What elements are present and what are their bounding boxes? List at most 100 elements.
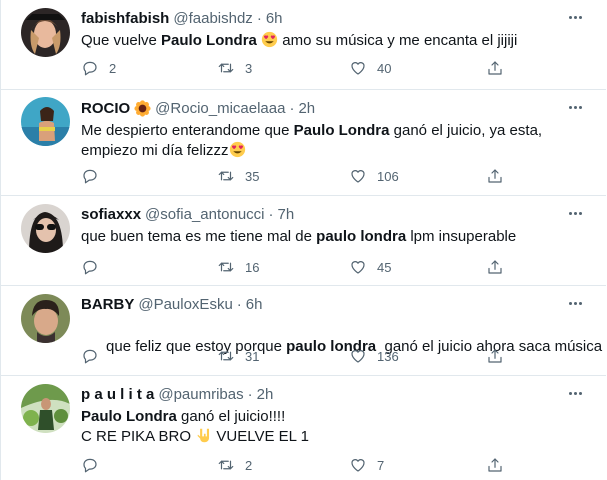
tweet[interactable]: BARBY @PauloxEsku · 6h que feliz que est… <box>1 286 606 376</box>
reply-button[interactable] <box>81 166 109 186</box>
highlight-term: Paulo Londra <box>81 408 177 425</box>
avatar[interactable] <box>21 8 70 57</box>
retweet-button[interactable]: 31 <box>217 346 259 366</box>
user-handle[interactable]: @paumribas <box>158 386 243 403</box>
highlight-term: Paulo Londra <box>161 32 257 49</box>
more-options-icon[interactable] <box>566 204 584 222</box>
tweet-header: BARBY @PauloxEsku · 6h <box>81 295 262 313</box>
tweet-header: ROCIO @Rocio_micaelaaa · 2h <box>81 99 315 117</box>
share-icon <box>488 458 502 472</box>
display-name[interactable]: sofiaxxx <box>81 206 141 223</box>
tweet[interactable]: ROCIO @Rocio_micaelaaa · 2h Me despierto… <box>1 90 606 196</box>
highlight-term: Paulo Londra <box>293 122 390 139</box>
timestamp[interactable]: 7h <box>278 206 295 223</box>
like-count: 40 <box>377 60 392 76</box>
like-count: 106 <box>377 168 399 184</box>
tweet-actions: 31 136 <box>81 346 511 366</box>
tweet-header: p a u l i t a @paumribas · 2h <box>81 385 273 403</box>
heart-icon <box>351 62 365 75</box>
separator-dot: · <box>236 295 242 313</box>
share-icon <box>488 260 502 274</box>
sunflower-emoji <box>134 99 151 117</box>
reply-icon <box>83 169 97 184</box>
tweet[interactable]: fabishfabish @faabishdz · 6h Que vuelve … <box>1 0 606 90</box>
user-handle[interactable]: @faabishdz <box>173 10 252 27</box>
timestamp[interactable]: 2h <box>298 100 315 117</box>
retweet-icon <box>218 460 234 470</box>
more-options-icon[interactable] <box>566 384 584 402</box>
like-count: 136 <box>377 348 399 364</box>
reply-button[interactable] <box>81 455 109 475</box>
timestamp[interactable]: 6h <box>266 10 283 27</box>
reply-button[interactable]: 2 <box>81 58 116 78</box>
user-handle[interactable]: @sofia_antonucci <box>145 206 264 223</box>
heart-eyes-emoji <box>261 31 278 48</box>
share-button[interactable] <box>486 58 504 78</box>
timestamp[interactable]: 6h <box>246 296 263 313</box>
tweet-header: fabishfabish @faabishdz · 6h <box>81 9 283 27</box>
more-options-icon[interactable] <box>566 294 584 312</box>
more-options-icon[interactable] <box>566 8 584 26</box>
retweet-count: 2 <box>245 457 253 473</box>
share-button[interactable] <box>486 455 504 475</box>
tweet[interactable]: sofiaxxx @sofia_antonucci · 7h que buen … <box>1 196 606 286</box>
like-button[interactable]: 7 <box>349 455 384 475</box>
user-handle[interactable]: @PauloxEsku <box>138 296 232 313</box>
reply-icon <box>83 458 97 473</box>
tweet-actions: 2 3 40 <box>81 58 511 78</box>
retweet-icon <box>218 351 234 361</box>
like-button[interactable]: 136 <box>349 346 399 366</box>
tweet-actions: 2 7 <box>81 455 511 475</box>
reply-icon <box>83 260 97 275</box>
highlight-term: paulo londra <box>316 228 407 245</box>
heart-icon <box>351 261 365 274</box>
avatar[interactable] <box>21 294 70 343</box>
share-button[interactable] <box>486 346 504 366</box>
separator-dot: · <box>268 205 274 223</box>
retweet-button[interactable]: 2 <box>217 455 252 475</box>
reply-button[interactable] <box>81 257 109 277</box>
like-button[interactable]: 106 <box>349 166 399 186</box>
tweet[interactable]: p a u l i t a @paumribas · 2h Paulo Lond… <box>1 376 606 480</box>
user-handle[interactable]: @Rocio_micaelaaa <box>155 100 285 117</box>
retweet-count: 16 <box>245 259 260 275</box>
rock-hand-emoji <box>197 428 210 443</box>
heart-icon <box>351 350 365 363</box>
avatar[interactable] <box>21 384 70 433</box>
tweet-text: Me despierto enterandome que Paulo Londr… <box>81 122 543 159</box>
separator-dot: · <box>247 385 253 403</box>
display-name[interactable]: p a u l i t a <box>81 386 154 403</box>
heart-icon <box>351 459 365 472</box>
retweet-icon <box>218 171 234 181</box>
more-options-icon[interactable] <box>566 98 584 116</box>
display-name[interactable]: BARBY <box>81 296 134 313</box>
retweet-icon <box>218 63 234 73</box>
avatar[interactable] <box>21 97 70 146</box>
tweet-header: sofiaxxx @sofia_antonucci · 7h <box>81 205 294 223</box>
retweet-count: 35 <box>245 168 260 184</box>
share-button[interactable] <box>486 257 504 277</box>
reply-button[interactable] <box>81 346 109 366</box>
display-name[interactable]: ROCIO <box>81 100 130 117</box>
like-count: 45 <box>377 259 392 275</box>
share-icon <box>488 61 502 75</box>
tweet-actions: 35 106 <box>81 166 511 186</box>
reply-icon <box>83 349 97 364</box>
tweet-text: Paulo Londra ganó el juicio!!!! C RE PIK… <box>81 408 309 445</box>
heart-eyes-emoji <box>229 141 245 158</box>
share-icon <box>488 349 502 363</box>
tweet-feed: fabishfabish @faabishdz · 6h Que vuelve … <box>0 0 607 480</box>
like-button[interactable]: 40 <box>349 58 391 78</box>
tweet-text: que buen tema es me tiene mal de paulo l… <box>81 228 517 245</box>
retweet-icon <box>218 262 234 272</box>
display-name[interactable]: fabishfabish <box>81 10 169 27</box>
like-button[interactable]: 45 <box>349 257 391 277</box>
avatar[interactable] <box>21 204 70 253</box>
timestamp[interactable]: 2h <box>257 386 274 403</box>
like-count: 7 <box>377 457 385 473</box>
retweet-button[interactable]: 3 <box>217 58 252 78</box>
share-button[interactable] <box>486 166 504 186</box>
tweet-text: Que vuelve Paulo Londra amo su música y … <box>81 31 518 49</box>
retweet-button[interactable]: 35 <box>217 166 259 186</box>
retweet-button[interactable]: 16 <box>217 257 259 277</box>
